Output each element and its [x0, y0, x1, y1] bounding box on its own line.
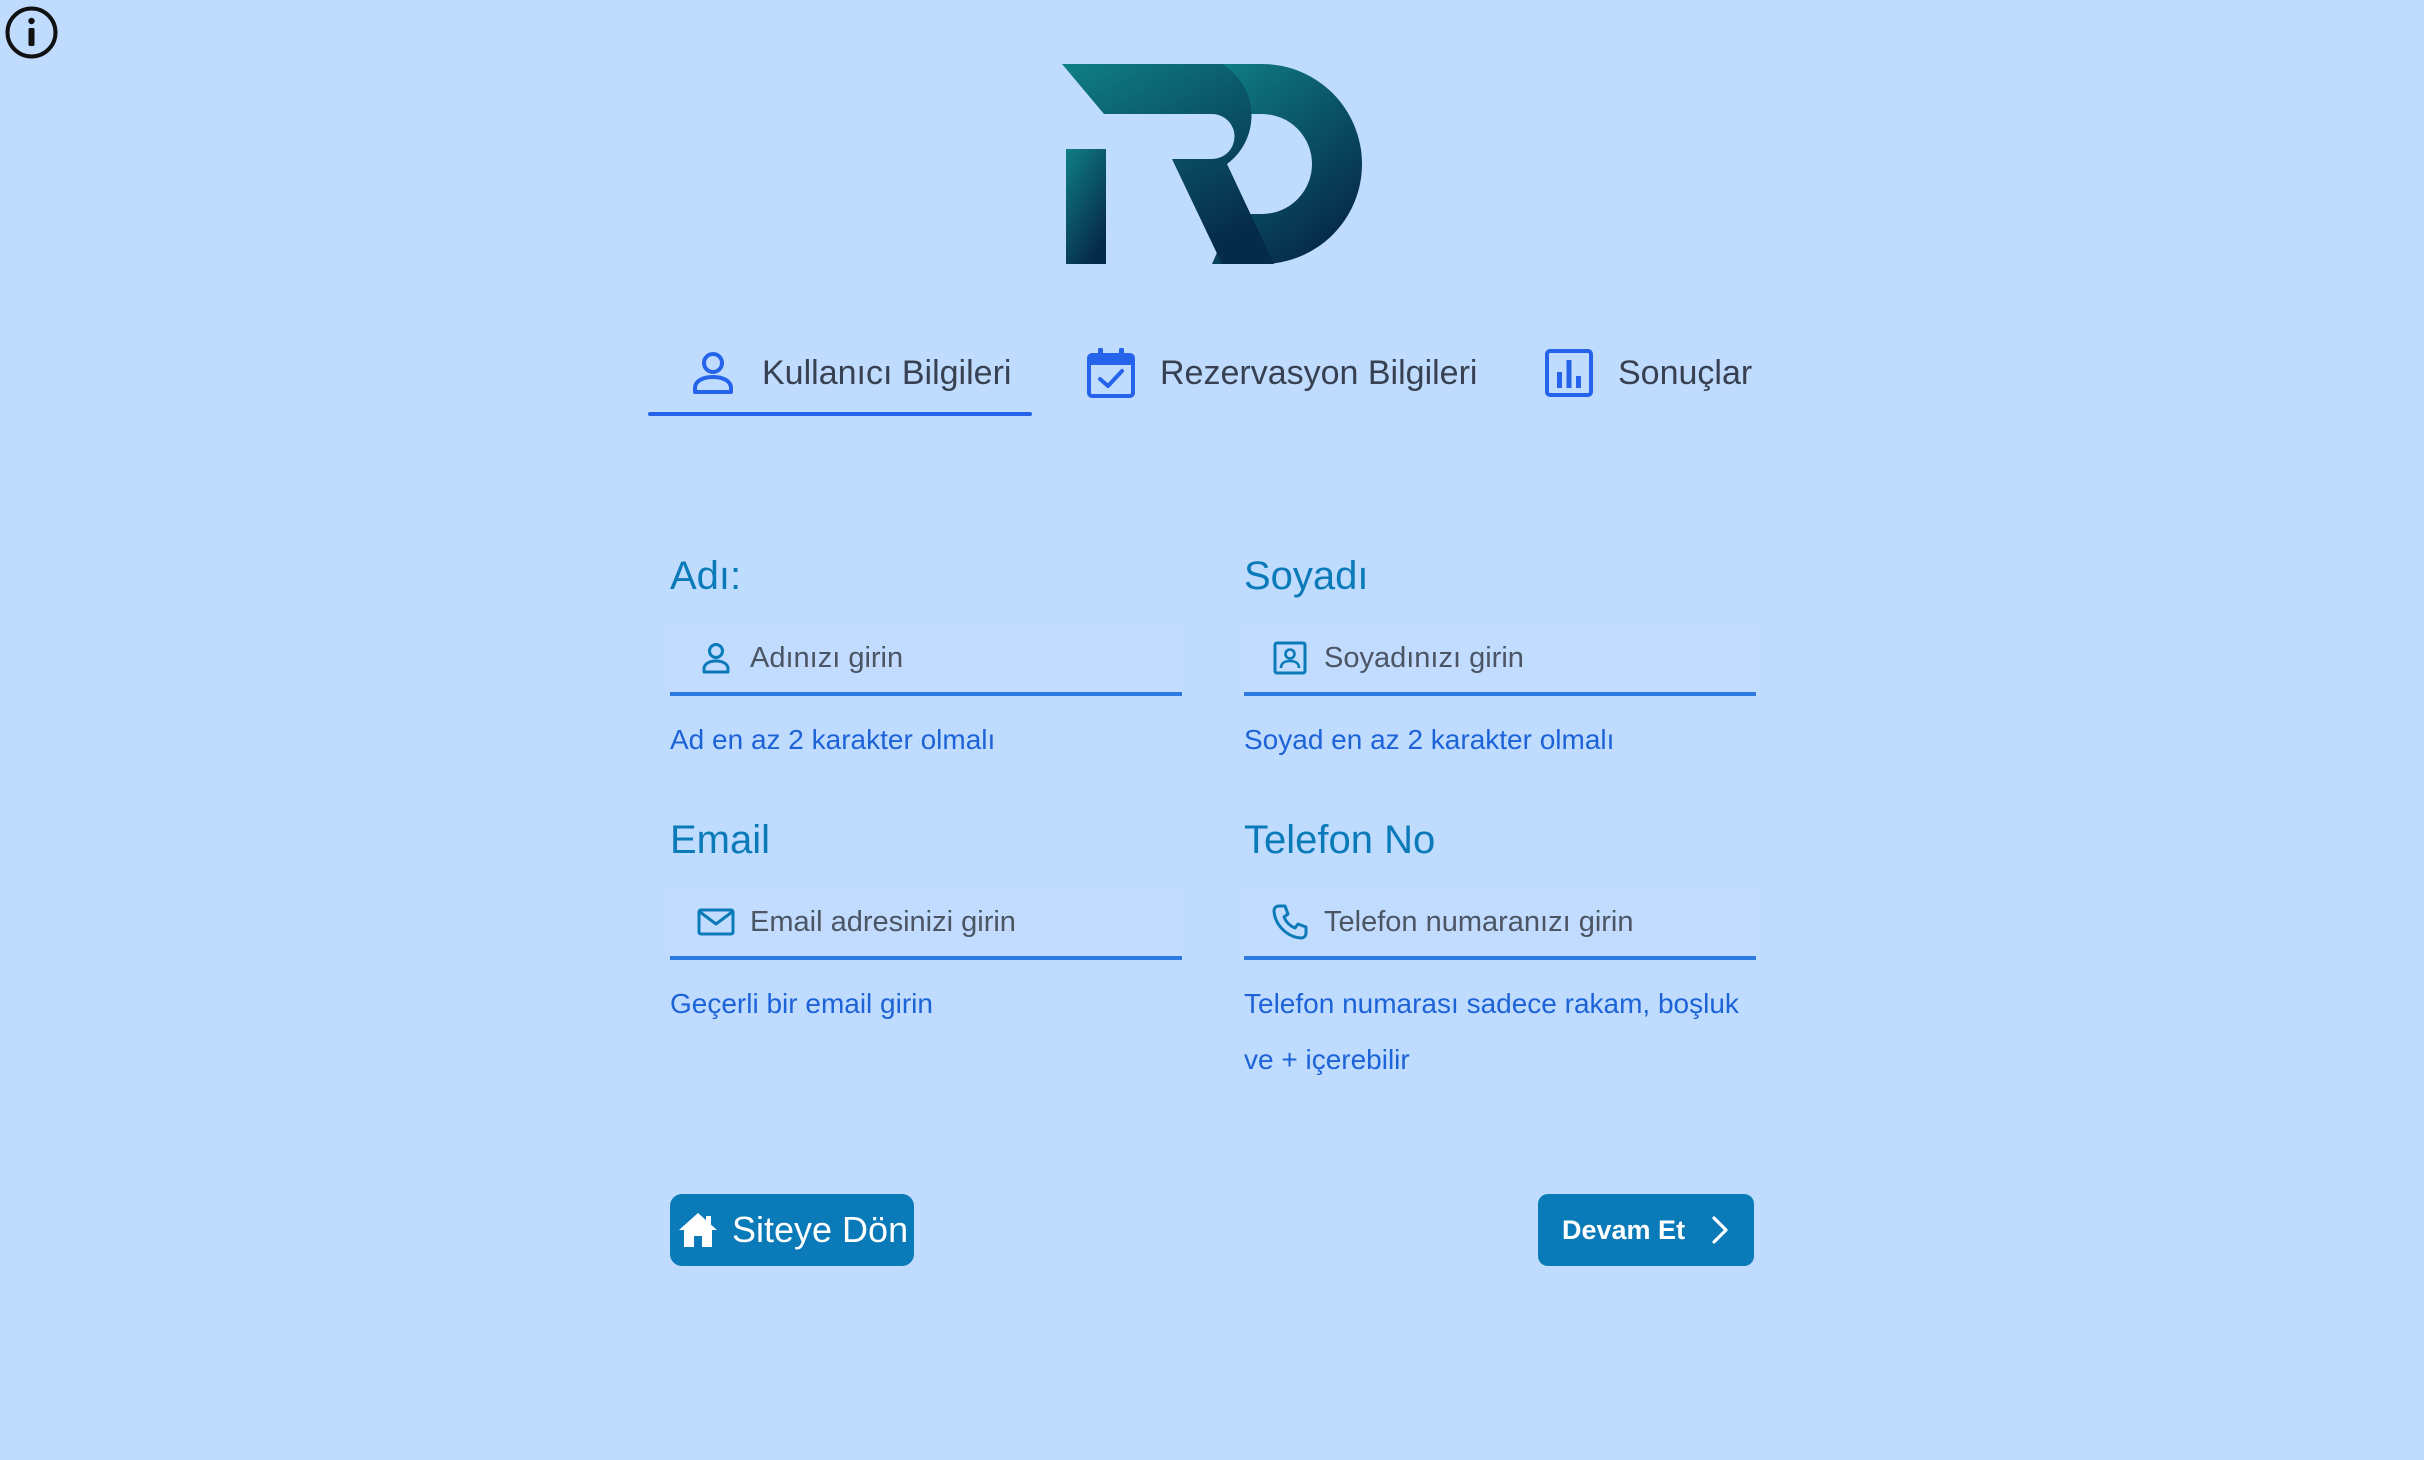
email-input[interactable] — [750, 905, 1170, 939]
bar-chart-icon — [1545, 349, 1593, 397]
tab-results[interactable]: Sonuçlar — [1542, 330, 1752, 416]
email-label: Email — [670, 818, 771, 862]
phone-input[interactable] — [1324, 905, 1744, 939]
active-tab-indicator — [648, 412, 1032, 416]
tab-label: Sonuçlar — [1618, 353, 1753, 392]
email-field: Email Geçerli bir email girin — [670, 812, 1182, 1032]
home-icon — [679, 1213, 717, 1247]
chevron-right-icon — [1712, 1216, 1728, 1244]
continue-button[interactable]: Devam Et — [1538, 1194, 1754, 1266]
last-name-input[interactable] — [1324, 641, 1744, 675]
first-name-hint: Ad en az 2 karakter olmalı — [670, 724, 996, 755]
tab-label: Kullanıcı Bilgileri — [762, 353, 1012, 392]
first-name-input-wrapper[interactable] — [670, 624, 1182, 696]
continue-label: Devam Et — [1562, 1214, 1686, 1245]
person-icon — [693, 352, 733, 394]
phone-label: Telefon No — [1244, 818, 1436, 862]
calendar-check-icon — [1087, 348, 1135, 398]
back-to-site-label: Siteye Dön — [732, 1209, 909, 1250]
envelope-icon — [697, 908, 735, 936]
contact-card-icon — [1273, 641, 1307, 675]
phone-field: Telefon No Telefon numarası sadece rakam… — [1244, 812, 1756, 1088]
info-icon[interactable] — [4, 5, 59, 60]
first-name-label: Adı: — [670, 554, 742, 598]
tab-label: Rezervasyon Bilgileri — [1160, 353, 1478, 392]
registration-page: Kullanıcı Bilgileri Rezervasyon Bilgiler… — [0, 0, 2424, 1460]
last-name-hint: Soyad en az 2 karakter olmalı — [1244, 724, 1615, 755]
email-hint: Geçerli bir email girin — [670, 988, 933, 1019]
phone-hint: Telefon numarası sadece rakam, boşluk ve… — [1244, 988, 1739, 1075]
email-input-wrapper[interactable] — [670, 888, 1182, 960]
last-name-label: Soyadı — [1244, 554, 1369, 598]
tab-reservation-info[interactable]: Rezervasyon Bilgileri — [1084, 330, 1477, 416]
last-name-field: Soyadı Soyad en az 2 karakter olmalı — [1244, 548, 1756, 768]
person-icon — [702, 643, 730, 674]
phone-input-wrapper[interactable] — [1244, 888, 1756, 960]
phone-icon — [1272, 904, 1308, 940]
step-tabs: Kullanıcı Bilgileri Rezervasyon Bilgiler… — [648, 330, 1776, 420]
rd-logo — [1062, 64, 1362, 264]
first-name-field: Adı: Ad en az 2 karakter olmalı — [670, 548, 1182, 768]
first-name-input[interactable] — [750, 641, 1170, 675]
tab-user-info[interactable]: Kullanıcı Bilgileri — [686, 330, 1011, 416]
last-name-input-wrapper[interactable] — [1244, 624, 1756, 696]
back-to-site-button[interactable]: Siteye Dön — [670, 1194, 914, 1266]
